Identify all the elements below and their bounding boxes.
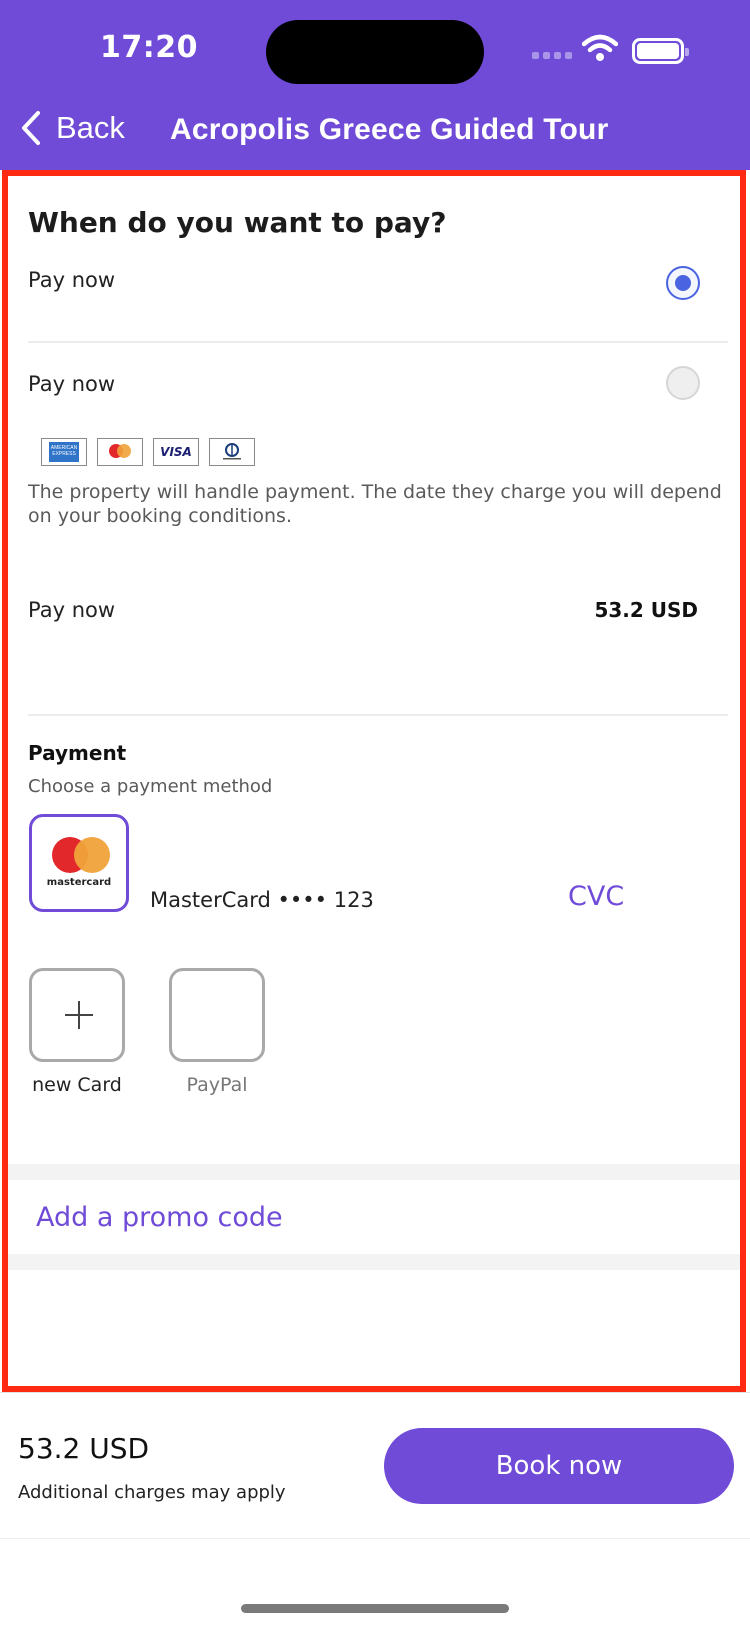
paypal-label: PayPal [186,1074,248,1096]
cvc-field[interactable]: CVC [568,881,624,912]
cellular-signal-icon [532,52,572,59]
back-button[interactable]: Back [20,110,125,146]
summary-amount: 53.2 USD [594,598,698,622]
app-header: 17:20 Back Acropolis Greece Guided Tour [0,0,750,170]
status-time: 17:20 [100,30,198,65]
highlight-frame: When do you want to pay? Pay now Pay now… [2,170,746,1392]
page-title: Acropolis Greece Guided Tour [170,113,609,146]
add-promo-code-link[interactable]: Add a promo code [36,1202,283,1233]
back-label: Back [56,110,125,145]
section-separator [8,1164,740,1180]
mastercard-logo-icon [52,837,110,873]
additional-charges-note: Additional charges may apply [18,1482,286,1503]
footer-divider [0,1538,750,1539]
new-card-label: new Card [32,1074,122,1096]
summary-label: Pay now [28,598,116,622]
diners-club-icon [209,438,255,466]
paypal-button[interactable] [169,968,265,1062]
footer-divider [0,1392,750,1393]
payment-timing-heading: When do you want to pay? [28,206,447,239]
chevron-left-icon [22,111,40,145]
battery-icon [632,38,689,64]
divider [28,341,728,343]
pay-later-option-label: Pay now [28,372,116,396]
home-indicator[interactable] [241,1604,509,1613]
wifi-icon [582,34,618,61]
divider [28,714,728,716]
saved-card-label: MasterCard •••• 123 [150,888,374,912]
payment-title: Payment [28,741,127,765]
visa-icon: VISA [153,438,199,466]
section-separator [8,1254,740,1270]
plus-icon [65,1001,93,1029]
saved-mastercard-tile[interactable]: mastercard [29,814,129,912]
accepted-cards: AMERICAN EXPRESS VISA [41,438,255,466]
book-now-button[interactable]: Book now [384,1428,734,1504]
pay-now-radio[interactable] [666,266,700,300]
mastercard-icon [97,438,143,466]
pay-later-radio[interactable] [666,366,700,400]
dynamic-island [266,20,484,84]
amex-icon: AMERICAN EXPRESS [41,438,87,466]
total-price: 53.2 USD [18,1432,150,1465]
mastercard-wordmark: mastercard [46,877,112,888]
add-new-card-button[interactable] [29,968,125,1062]
payment-note: The property will handle payment. The da… [28,481,722,527]
pay-now-option-label: Pay now [28,268,116,292]
booking-content: When do you want to pay? Pay now Pay now… [8,176,740,1386]
payment-subtitle: Choose a payment method [28,776,273,797]
